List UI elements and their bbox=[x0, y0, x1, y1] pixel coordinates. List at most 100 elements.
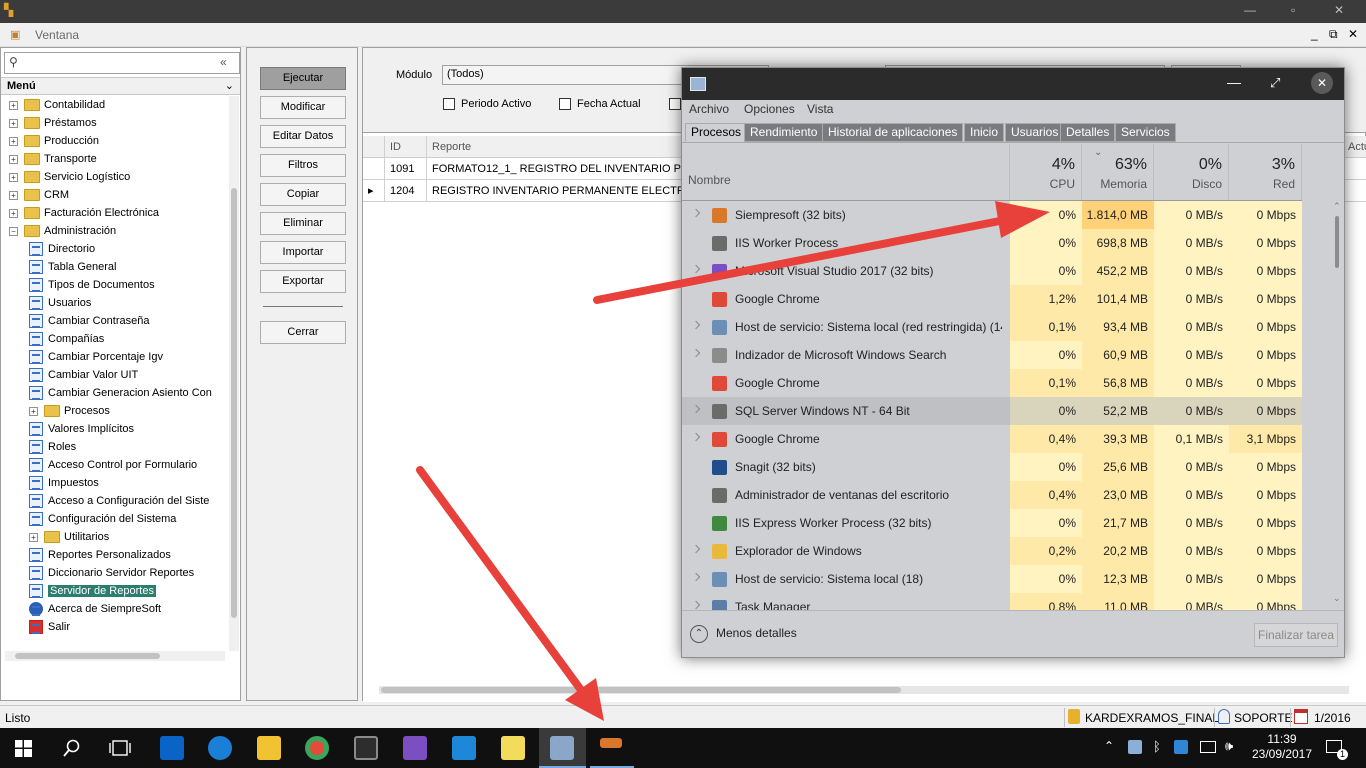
collapse-panel-icon[interactable]: « bbox=[220, 55, 227, 69]
menu-item[interactable]: Salir bbox=[29, 618, 223, 636]
scroll-down-icon[interactable]: ⌄ bbox=[1333, 593, 1341, 604]
menu-item[interactable]: − Administración bbox=[9, 222, 223, 240]
row-selector[interactable]: ▸ bbox=[363, 180, 385, 202]
tm-tab-detalles[interactable]: Detalles bbox=[1060, 123, 1116, 142]
tray-app-icon[interactable] bbox=[1174, 740, 1188, 754]
bluetooth-icon[interactable]: ᛒ bbox=[1153, 739, 1161, 754]
menu-item[interactable]: + Transporte bbox=[9, 150, 223, 168]
menu-item[interactable]: + Contabilidad bbox=[9, 96, 223, 114]
chevron-right-icon[interactable] bbox=[691, 572, 701, 582]
expand-icon[interactable]: + bbox=[9, 136, 18, 146]
menu-item[interactable]: + Producción bbox=[9, 132, 223, 150]
chevron-right-icon[interactable] bbox=[691, 432, 701, 442]
taskbar-siempresoft[interactable] bbox=[590, 728, 634, 768]
network-icon[interactable] bbox=[1200, 741, 1216, 753]
row-selector[interactable] bbox=[363, 158, 385, 180]
chevron-right-icon[interactable] bbox=[691, 264, 701, 274]
menu-item[interactable]: Reportes Personalizados bbox=[29, 546, 223, 564]
col-header-cpu[interactable]: 4% CPU bbox=[1010, 144, 1082, 200]
volume-icon[interactable]: 🕪 bbox=[1225, 738, 1233, 754]
menu-item[interactable]: Cambiar Porcentaje Igv bbox=[29, 348, 223, 366]
close-icon[interactable]: ✕ bbox=[1334, 3, 1344, 17]
process-row[interactable]: Administrador de ventanas del escritorio… bbox=[682, 481, 1302, 509]
end-task-button[interactable]: Finalizar tarea bbox=[1254, 623, 1338, 647]
process-row[interactable]: Google Chrome 0,1% 56,8 MB 0 MB/s 0 Mbps bbox=[682, 369, 1302, 397]
tm-tab-rendimiento[interactable]: Rendimiento bbox=[744, 123, 824, 142]
chevron-right-icon[interactable] bbox=[691, 404, 701, 414]
process-row[interactable]: Explorador de Windows 0,2% 20,2 MB 0 MB/s 0 … bbox=[682, 537, 1302, 565]
menu-item[interactable]: Configuración del Sistema bbox=[29, 510, 223, 528]
h-scrollbar-thumb[interactable] bbox=[15, 653, 160, 659]
process-row[interactable]: Google Chrome 1,2% 101,4 MB 0 MB/s 0 Mbps bbox=[682, 285, 1302, 313]
scrollbar-thumb[interactable] bbox=[231, 188, 237, 618]
mdi-close-button[interactable]: ✕ bbox=[1348, 27, 1358, 41]
search-icon[interactable] bbox=[63, 739, 81, 757]
chevron-down-icon[interactable]: ⌄ bbox=[225, 79, 234, 92]
process-row[interactable]: Siempresoft (32 bits) 0% 1.814,0 MB 0 MB/s 0… bbox=[682, 201, 1302, 229]
chevron-up-icon[interactable]: ⌃ bbox=[1104, 739, 1114, 753]
menu-item[interactable]: Acceso a Configuración del Siste bbox=[29, 492, 223, 510]
chevron-right-icon[interactable] bbox=[691, 544, 701, 554]
menu-item[interactable]: + Préstamos bbox=[9, 114, 223, 132]
mdi-restore-button[interactable]: ⧉ bbox=[1329, 27, 1338, 42]
menu-item[interactable]: Directorio bbox=[29, 240, 223, 258]
menu-item[interactable]: Servidor de Reportes bbox=[29, 582, 223, 600]
expand-icon[interactable]: + bbox=[9, 190, 18, 200]
col-header-memoria[interactable]: ⌄ 63% Memoria bbox=[1082, 144, 1154, 200]
windows-start-icon[interactable] bbox=[15, 740, 32, 757]
action-button-cerrar[interactable]: Cerrar bbox=[260, 321, 346, 344]
collapse-icon[interactable]: − bbox=[9, 226, 18, 236]
tree-vertical-scrollbar[interactable] bbox=[229, 96, 239, 651]
clock[interactable]: 11:39 23/09/2017 bbox=[1250, 732, 1314, 762]
action-button-editar-datos[interactable]: Editar Datos bbox=[260, 125, 346, 148]
mdi-minimize-button[interactable]: _ bbox=[1311, 27, 1318, 41]
tm-close-icon[interactable]: ✕ bbox=[1311, 72, 1333, 94]
restore-icon[interactable]: ▫ bbox=[1291, 3, 1295, 17]
menu-item[interactable]: + Servicio Logístico bbox=[9, 168, 223, 186]
menu-search-input[interactable]: ⚲ bbox=[4, 52, 240, 74]
col-header-red[interactable]: 3% Red bbox=[1229, 144, 1302, 200]
menu-item[interactable]: Cambiar Contraseña bbox=[29, 312, 223, 330]
tm-tab-procesos[interactable]: Procesos bbox=[685, 123, 748, 142]
menu-item[interactable]: Acceso Control por Formulario bbox=[29, 456, 223, 474]
action-button-importar[interactable]: Importar bbox=[260, 241, 346, 264]
tm-scrollbar-thumb[interactable] bbox=[1335, 216, 1339, 268]
col-header-disco[interactable]: 0% Disco bbox=[1154, 144, 1229, 200]
menu-item[interactable]: Cambiar Generacion Asiento Con bbox=[29, 384, 223, 402]
expand-icon[interactable]: + bbox=[9, 118, 18, 128]
action-button-filtros[interactable]: Filtros bbox=[260, 154, 346, 177]
menu-item[interactable]: Valores Implícitos bbox=[29, 420, 223, 438]
grid-h-scrollbar-thumb[interactable] bbox=[381, 687, 901, 693]
expand-icon[interactable]: + bbox=[9, 100, 18, 110]
tm-scrollbar[interactable]: ⌃ ⌄ bbox=[1330, 201, 1344, 610]
taskbar-active-task-manager[interactable] bbox=[539, 728, 586, 768]
grid-h-scrollbar[interactable] bbox=[379, 686, 1349, 694]
menu-item[interactable]: Tipos de Documentos bbox=[29, 276, 223, 294]
tm-title-bar[interactable]: — ⤢ ✕ bbox=[682, 68, 1344, 100]
menu-item[interactable]: + Procesos bbox=[29, 402, 223, 420]
outlook-icon[interactable] bbox=[160, 736, 184, 760]
menu-item[interactable]: Roles bbox=[29, 438, 223, 456]
visual-studio-icon[interactable] bbox=[403, 736, 427, 760]
tm-tab-inicio[interactable]: Inicio bbox=[964, 123, 1005, 142]
tools-app-icon[interactable] bbox=[354, 736, 378, 760]
periodo-activo-checkbox[interactable]: Periodo Activo bbox=[443, 98, 531, 111]
menu-item[interactable]: + CRM bbox=[9, 186, 223, 204]
action-button-exportar[interactable]: Exportar bbox=[260, 270, 346, 293]
tree-horizontal-scrollbar[interactable] bbox=[5, 651, 225, 661]
process-row[interactable]: Task Manager 0,8% 11,0 MB 0 MB/s 0 Mbps bbox=[682, 593, 1302, 610]
tm-tab-servicios[interactable]: Servicios bbox=[1115, 123, 1176, 142]
chevron-right-icon[interactable] bbox=[691, 208, 701, 218]
col-header-actual[interactable]: Actu bbox=[1343, 136, 1366, 158]
file-explorer-icon[interactable] bbox=[257, 736, 281, 760]
expand-icon[interactable]: + bbox=[29, 532, 38, 542]
menu-item[interactable]: Usuarios bbox=[29, 294, 223, 312]
menu-item[interactable]: Tabla General bbox=[29, 258, 223, 276]
process-row[interactable]: SQL Server Windows NT - 64 Bit 0% 52,2 MB 0… bbox=[682, 397, 1302, 425]
tm-maximize-icon[interactable]: ⤢ bbox=[1270, 75, 1280, 91]
expand-icon[interactable]: + bbox=[9, 154, 18, 164]
menu-item[interactable]: Compañías bbox=[29, 330, 223, 348]
action-button-ejecutar[interactable]: Ejecutar bbox=[260, 67, 346, 90]
tray-db-icon[interactable] bbox=[1128, 740, 1142, 754]
chrome-icon[interactable] bbox=[305, 736, 329, 760]
